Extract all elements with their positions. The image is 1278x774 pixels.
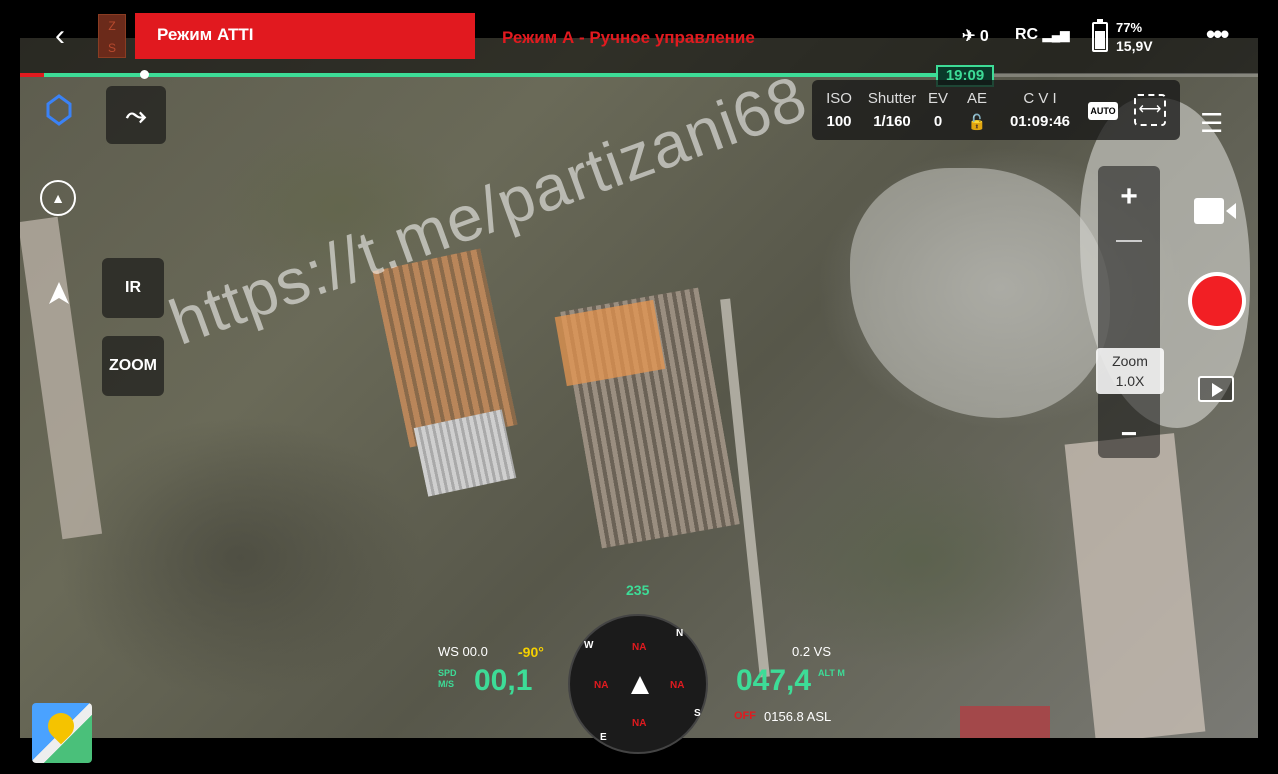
auto-mode-badge[interactable]: AUTO	[1088, 102, 1118, 120]
ir-button[interactable]: IR	[102, 258, 164, 318]
navigation-arrow-icon[interactable]	[46, 280, 72, 306]
zoom-indicator[interactable]: Zoom 1.0X	[1096, 348, 1164, 394]
compass-east: E	[600, 732, 607, 743]
gps-status[interactable]: ✈ 0	[962, 26, 989, 46]
target-icon[interactable]: ▲	[40, 180, 76, 216]
zoom-out-button[interactable]: −	[1098, 418, 1160, 450]
more-menu-button[interactable]: •••	[1206, 21, 1229, 47]
aircraft-status-badge[interactable]: Z S	[98, 14, 126, 58]
compass-na-right: NA	[670, 680, 685, 691]
ev-value: 0	[933, 113, 943, 130]
link-icon[interactable]: ⟷	[1134, 94, 1166, 126]
ae-label: AE	[966, 90, 987, 107]
record-button[interactable]	[1188, 272, 1246, 330]
compass-na-left: NA	[594, 680, 609, 691]
signal-bars-icon: ▂▄▆	[1042, 28, 1070, 42]
obstacle-sensing-icon[interactable]	[44, 94, 74, 126]
asl-altitude: 0156.8 ASL	[764, 709, 832, 724]
flight-mode-label: Режим ATTI	[157, 25, 254, 44]
wind-speed: WS 00.0	[438, 644, 488, 659]
compass-north: N	[676, 628, 684, 639]
zoom-track-line	[1116, 240, 1142, 242]
rc-label: RC	[1015, 26, 1039, 43]
zoom-value: 1.0X	[1115, 373, 1145, 389]
compass[interactable]: N W E S NA NA NA NA	[568, 614, 708, 754]
compass-na-top: NA	[632, 642, 647, 653]
record-icon	[1192, 276, 1242, 326]
zoom-slider[interactable]: + −	[1098, 166, 1160, 458]
battery-icon[interactable]	[1092, 19, 1108, 52]
route-icon: ⤳	[125, 100, 147, 130]
battery-percent: 77%	[1116, 20, 1143, 35]
heading-value: 235	[626, 582, 650, 598]
progress-warning-segment	[20, 73, 44, 77]
compass-west: W	[584, 640, 594, 651]
rc-signal[interactable]: RC ▂▄▆	[1015, 26, 1070, 44]
off-label: OFF	[734, 710, 756, 722]
altitude-unit: ALT M	[818, 668, 845, 678]
playback-button[interactable]	[1198, 376, 1234, 402]
camera-settings-panel[interactable]: ISO 100 Shutter 1/160 EV 0 AE 🔓 C V I 01…	[812, 80, 1180, 140]
iso-setting[interactable]: ISO 100	[824, 90, 854, 130]
iso-label: ISO	[826, 90, 852, 107]
path-left	[20, 216, 103, 540]
ev-label: EV	[928, 90, 949, 107]
iso-value: 100	[826, 113, 852, 130]
red-roof	[960, 706, 1050, 738]
battery-fill	[1095, 31, 1105, 49]
zoom-label: Zoom	[1112, 353, 1148, 369]
gps-count: 0	[979, 28, 989, 45]
compass-na-bottom: NA	[632, 718, 647, 729]
aircraft-badge-bottom: S	[107, 41, 116, 55]
zoom-mode-button[interactable]: ZOOM	[102, 336, 164, 396]
recording-info[interactable]: C V I 01:09:46	[1002, 90, 1078, 130]
drone-fpv-screen: https://t.me/partizani68 ‹ Z S Режим ATT…	[0, 0, 1278, 774]
shutter-setting[interactable]: Shutter 1/160	[864, 90, 920, 130]
flight-time-progress	[44, 73, 955, 77]
sliders-icon[interactable]: ☰	[1200, 108, 1223, 139]
storage-label: C V I	[1023, 90, 1057, 107]
horizontal-speed: 00,1	[474, 664, 533, 697]
chevron-left-icon: ‹	[55, 19, 65, 52]
more-icon: •••	[1206, 19, 1229, 49]
satellite-icon: ✈	[962, 28, 976, 45]
home-point-marker	[140, 70, 149, 79]
battery-voltage: 15,9V	[1116, 38, 1153, 54]
map-button[interactable]	[32, 703, 92, 763]
aircraft-heading-icon	[631, 676, 649, 694]
ae-setting[interactable]: AE 🔓	[962, 90, 992, 131]
shutter-value: 1/160	[873, 113, 911, 130]
compass-south: S	[694, 708, 701, 719]
zoom-in-button[interactable]: +	[1098, 180, 1160, 214]
route-button[interactable]: ⤳	[106, 86, 166, 144]
shutter-label: Shutter	[867, 90, 917, 107]
ev-setting[interactable]: EV 0	[928, 90, 948, 130]
back-button[interactable]: ‹	[44, 18, 76, 54]
flight-mode-subtitle: Режим А - Ручное управление	[502, 28, 755, 47]
rubble-right	[850, 168, 1110, 418]
top-status-bar: ‹ Z S Режим ATTI Режим А - Ручное управл…	[0, 0, 1278, 74]
speed-unit: SPD M/S	[438, 668, 457, 689]
aircraft-badge-top: Z	[108, 19, 116, 33]
altitude-value: 047,4	[736, 664, 812, 697]
flight-mode-bar[interactable]: Режим ATTI	[135, 13, 475, 59]
record-time: 01:09:46	[1009, 113, 1071, 130]
map-pin-icon	[42, 707, 80, 745]
gimbal-pitch: -90°	[518, 644, 544, 660]
paved-walkway	[1064, 433, 1206, 738]
video-mode-icon[interactable]	[1194, 198, 1236, 224]
vertical-speed: 0.2 VS	[792, 644, 832, 659]
lock-icon: 🔓	[967, 114, 987, 131]
